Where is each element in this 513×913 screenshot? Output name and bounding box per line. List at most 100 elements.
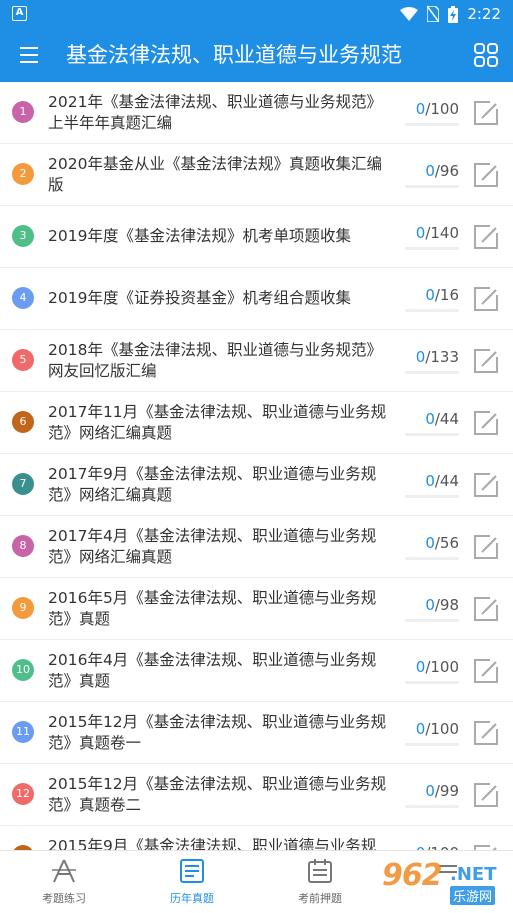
item-index-badge: 6: [12, 411, 34, 433]
item-index-badge: 8: [12, 535, 34, 557]
list-item[interactable]: 4 2019年度《证券投资基金》机考组合题收集 0/16: [0, 268, 513, 330]
tab-pre-exam[interactable]: 考前押题: [256, 851, 384, 913]
past-papers-icon: [180, 859, 204, 883]
item-progress-count: 0/100: [379, 100, 459, 118]
item-index-badge: 1: [12, 101, 34, 123]
item-total-count: /44: [434, 472, 459, 490]
watermark-number: 962: [382, 858, 443, 893]
item-title: 2019年度《证券投资基金》机考组合题收集: [48, 289, 351, 307]
item-progress-bar: [405, 185, 459, 188]
edit-icon[interactable]: [472, 99, 500, 127]
watermark-logo: 962 .NET 乐游网: [382, 858, 510, 908]
item-done-count: 0: [415, 658, 426, 676]
tab-label: 历年真题: [170, 892, 214, 905]
edit-icon[interactable]: [472, 657, 500, 685]
item-done-count: 0: [415, 100, 426, 118]
list-item[interactable]: 8 2017年4月《基金法律法规、职业道德与业务规范》网络汇编真题 0/56: [0, 516, 513, 578]
item-title: 2015年12月《基金法律法规、职业道德与业务规范》真题卷二: [48, 774, 387, 814]
item-progress-bar: [405, 309, 459, 312]
edit-icon[interactable]: [472, 781, 500, 809]
hamburger-icon-line: [20, 54, 38, 56]
item-title: 2018年《基金法律法规、职业道德与业务规范》网友回忆版汇编: [48, 340, 382, 380]
item-title: 2017年11月《基金法律法规、职业道德与业务规范》网络汇编真题: [48, 402, 387, 442]
item-index-badge: 5: [12, 349, 34, 371]
item-progress-bar: [405, 123, 459, 126]
watermark-site: 乐游网: [450, 886, 496, 905]
item-index-badge: 3: [12, 225, 34, 247]
item-title: 2021年《基金法律法规、职业道德与业务规范》上半年年真题汇编: [48, 92, 382, 132]
edit-icon[interactable]: [472, 843, 500, 850]
list-item[interactable]: 2 2020年基金从业《基金法律法规》真题收集汇编版 0/96: [0, 144, 513, 206]
list-item[interactable]: 11 2015年12月《基金法律法规、职业道德与业务规范》真题卷一 0/100: [0, 702, 513, 764]
edit-icon[interactable]: [472, 223, 500, 251]
item-done-count: 0: [425, 410, 435, 428]
list-item[interactable]: 10 2016年4月《基金法律法规、职业道德与业务规范》真题 0/100: [0, 640, 513, 702]
calendar-icon: [308, 859, 332, 883]
menu-button[interactable]: [16, 41, 44, 69]
no-sim-icon: [427, 6, 440, 22]
status-time: 2:22: [467, 5, 501, 23]
edit-icon[interactable]: [472, 595, 500, 623]
item-title: 2019年度《基金法律法规》机考单项题收集: [48, 227, 351, 245]
list-item[interactable]: 9 2016年5月《基金法律法规、职业道德与业务规范》真题 0/98: [0, 578, 513, 640]
item-title: 2015年12月《基金法律法规、职业道德与业务规范》真题卷一: [48, 712, 387, 752]
tab-label: 考题练习: [42, 892, 86, 905]
list-item[interactable]: 132015年9月《基金法律法规、职业道德与业务规范》0/100: [0, 826, 513, 850]
list-item[interactable]: 6 2017年11月《基金法律法规、职业道德与业务规范》网络汇编真题 0/44: [0, 392, 513, 454]
item-total-count: /100: [425, 720, 459, 738]
item-progress-bar: [405, 805, 459, 808]
item-title: 2016年5月《基金法律法规、职业道德与业务规范》真题: [48, 588, 377, 628]
list-item[interactable]: 1 2021年《基金法律法规、职业道德与业务规范》上半年年真题汇编 0/100: [0, 82, 513, 144]
item-progress-bar: [405, 743, 459, 746]
item-done-count: 0: [425, 596, 435, 614]
status-bar: A 2:22: [0, 0, 513, 28]
item-progress-count: 0/44: [379, 472, 459, 490]
grid-view-icon[interactable]: [473, 42, 499, 68]
item-done-count: 0: [415, 720, 426, 738]
app-notification-icon: A: [12, 6, 27, 21]
item-title: 2015年9月《基金法律法规、职业道德与业务规范》: [48, 836, 377, 851]
tab-label: 考前押题: [298, 892, 342, 905]
item-title: 2020年基金从业《基金法律法规》真题收集汇编版: [48, 154, 382, 194]
item-index-badge: 7: [12, 473, 34, 495]
edit-icon[interactable]: [472, 285, 500, 313]
item-total-count: /56: [434, 534, 459, 552]
item-done-count: 0: [415, 348, 426, 366]
item-done-count: 0: [425, 534, 435, 552]
item-index-badge: 11: [12, 721, 34, 743]
item-progress-bar: [405, 619, 459, 622]
edit-icon[interactable]: [472, 533, 500, 561]
item-progress-bar: [405, 681, 459, 684]
item-progress-count: 0/96: [379, 162, 459, 180]
item-done-count: 0: [425, 162, 435, 180]
item-progress-bar: [405, 495, 459, 498]
tab-exam-practice[interactable]: 考题练习: [0, 851, 128, 913]
wifi-icon: [400, 7, 419, 21]
item-total-count: /100: [425, 100, 459, 118]
tab-past-papers[interactable]: 历年真题: [128, 851, 256, 913]
watermark-suffix: .NET: [450, 864, 497, 885]
item-total-count: /133: [425, 348, 459, 366]
list-item[interactable]: 12 2015年12月《基金法律法规、职业道德与业务规范》真题卷二 0/99: [0, 764, 513, 826]
item-title: 2017年4月《基金法律法规、职业道德与业务规范》网络汇编真题: [48, 526, 377, 566]
list-item[interactable]: 7 2017年9月《基金法律法规、职业道德与业务规范》网络汇编真题 0/44: [0, 454, 513, 516]
edit-icon[interactable]: [472, 719, 500, 747]
hamburger-icon-line: [20, 61, 38, 63]
item-total-count: /98: [434, 596, 459, 614]
item-done-count: 0: [425, 286, 435, 304]
item-index-badge: 9: [12, 597, 34, 619]
item-progress-bar: [405, 247, 459, 250]
edit-icon[interactable]: [472, 347, 500, 375]
list-item[interactable]: 3 2019年度《基金法律法规》机考单项题收集 0/140: [0, 206, 513, 268]
item-index-badge: 4: [12, 287, 34, 309]
edit-icon[interactable]: [472, 409, 500, 437]
page-title: 基金法律法规、职业道德与业务规范: [66, 43, 402, 67]
list-item[interactable]: 5 2018年《基金法律法规、职业道德与业务规范》网友回忆版汇编 0/133: [0, 330, 513, 392]
exam-list: 1 2021年《基金法律法规、职业道德与业务规范》上半年年真题汇编 0/100 2 20…: [0, 82, 513, 850]
edit-icon[interactable]: [472, 471, 500, 499]
item-done-count: 0: [425, 472, 435, 490]
item-total-count: /99: [434, 782, 459, 800]
item-index-badge: 12: [12, 783, 34, 805]
edit-icon[interactable]: [472, 161, 500, 189]
item-total-count: /96: [434, 162, 459, 180]
